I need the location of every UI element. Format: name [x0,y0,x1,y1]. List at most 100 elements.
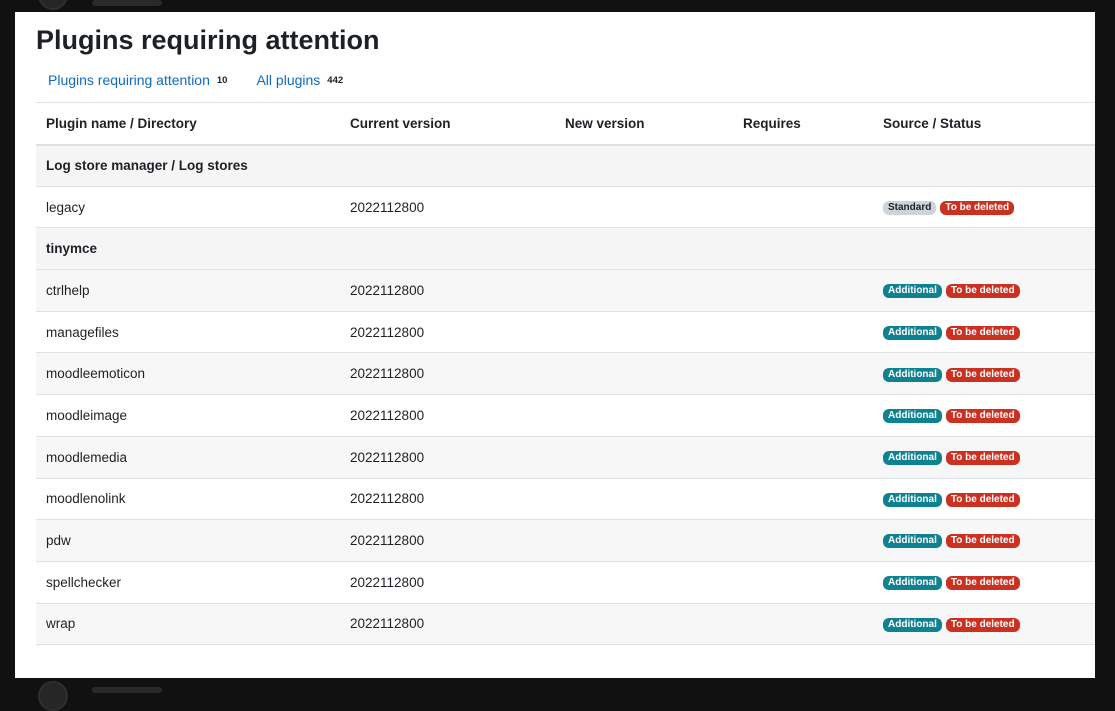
plugin-name-cell: ctrlhelp [36,269,340,312]
plugin-name-cell: pdw [36,519,340,562]
group-heading: Log store manager / Log stores [36,144,1095,187]
current-version-cell: 2022112800 [340,603,555,646]
source-badge: Additional [883,367,942,382]
plugins-table: Plugin name / Directory Current version … [36,102,1095,646]
tab-plugins-requiring-attention[interactable]: Plugins requiring attention 10 [48,72,227,88]
requires-cell [733,269,873,312]
plugin-name-cell: moodlemedia [36,436,340,479]
background-avatar [38,681,68,711]
table-row: ctrlhelp 2022112800 Additional To be delete… [36,269,1095,312]
source-badge: Additional [883,492,942,507]
requires-cell [733,186,873,229]
status-badge: To be deleted [945,492,1020,507]
plugin-name-cell: moodleemoticon [36,352,340,396]
table-group-row: Log store manager / Log stores [36,144,1095,187]
table-row: moodlemedia 2022112800 Additional To be del… [36,436,1095,479]
plugin-name-cell: legacy [36,186,340,229]
status-badge: To be deleted [945,450,1020,465]
table-row: pdw 2022112800 Additional To be deleted [36,519,1095,562]
current-version-cell: 2022112800 [340,269,555,312]
group-heading: tinymce [36,227,1095,271]
status-badge: To be deleted [945,367,1020,382]
table-row: moodleimage 2022112800 Additional To be del… [36,394,1095,437]
source-badge: Additional [883,617,942,632]
plugin-name-cell: managefiles [36,311,340,354]
column-header-source-status: Source / Status [873,102,1095,146]
plugin-filter-tabs: Plugins requiring attention 10 All plugi… [48,72,343,88]
table-row: moodleemoticon 2022112800 Additional To be … [36,352,1095,396]
requires-cell [733,352,873,396]
new-version-cell [555,269,733,312]
plugin-name-cell: wrap [36,603,340,646]
page-title: Plugins requiring attention [36,25,380,55]
source-status-cell: Additional To be deleted [873,561,1095,604]
background-text-placeholder [92,0,162,6]
plugins-panel: Plugins requiring attention Plugins requ… [15,12,1095,678]
new-version-cell [555,561,733,604]
new-version-cell [555,603,733,646]
source-status-cell: Standard To be deleted [873,186,1095,229]
status-badge: To be deleted [945,284,1020,299]
source-status-cell: Additional To be deleted [873,603,1095,646]
status-badge: To be deleted [945,575,1020,590]
background-avatar [38,0,68,10]
source-badge: Standard [883,200,937,215]
new-version-cell [555,311,733,354]
new-version-cell [555,478,733,521]
background-text-placeholder [92,687,162,693]
source-status-cell: Additional To be deleted [873,394,1095,437]
tab-label: Plugins requiring attention [48,72,210,88]
current-version-cell: 2022112800 [340,352,555,396]
source-badge: Additional [883,325,942,340]
source-status-cell: Additional To be deleted [873,269,1095,312]
source-badge: Additional [883,534,942,549]
column-header-plugin-name: Plugin name / Directory [36,102,340,146]
source-status-cell: Additional To be deleted [873,352,1095,396]
new-version-cell [555,436,733,479]
tab-all-plugins[interactable]: All plugins 442 [256,72,343,88]
table-group-row: tinymce [36,227,1095,271]
current-version-cell: 2022112800 [340,436,555,479]
source-status-cell: Additional To be deleted [873,311,1095,354]
requires-cell [733,478,873,521]
column-header-current-version: Current version [340,102,555,146]
plugin-name-cell: spellchecker [36,561,340,604]
source-badge: Additional [883,450,942,465]
current-version-cell: 2022112800 [340,186,555,229]
current-version-cell: 2022112800 [340,394,555,437]
source-badge: Additional [883,575,942,590]
plugin-name-cell: moodlenolink [36,478,340,521]
tab-label: All plugins [256,72,321,88]
table-body: Log store manager / Log stores legacy 2022… [36,144,1095,646]
new-version-cell [555,394,733,437]
requires-cell [733,311,873,354]
status-badge: To be deleted [945,325,1020,340]
current-version-cell: 2022112800 [340,311,555,354]
plugin-name-cell: moodleimage [36,394,340,437]
new-version-cell [555,352,733,396]
new-version-cell [555,519,733,562]
status-badge: To be deleted [945,534,1020,549]
table-header-row: Plugin name / Directory Current version … [36,102,1095,146]
status-badge: To be deleted [940,200,1015,215]
requires-cell [733,519,873,562]
table-row: spellchecker 2022112800 Additional To be de… [36,561,1095,604]
table-row: wrap 2022112800 Additional To be deleted [36,603,1095,646]
table-row: managefiles 2022112800 Additional To be del… [36,311,1095,354]
status-badge: To be deleted [945,409,1020,424]
requires-cell [733,603,873,646]
source-status-cell: Additional To be deleted [873,436,1095,479]
new-version-cell [555,186,733,229]
tab-count-badge: 10 [216,74,228,86]
column-header-requires: Requires [733,102,873,146]
table-row: legacy 2022112800 Standard To be deleted [36,186,1095,229]
requires-cell [733,561,873,604]
table-row: moodlenolink 2022112800 Additional To be de… [36,478,1095,521]
current-version-cell: 2022112800 [340,561,555,604]
source-badge: Additional [883,409,942,424]
column-header-new-version: New version [555,102,733,146]
source-badge: Additional [883,284,942,299]
requires-cell [733,436,873,479]
status-badge: To be deleted [945,617,1020,632]
tab-count-badge: 442 [327,74,344,86]
